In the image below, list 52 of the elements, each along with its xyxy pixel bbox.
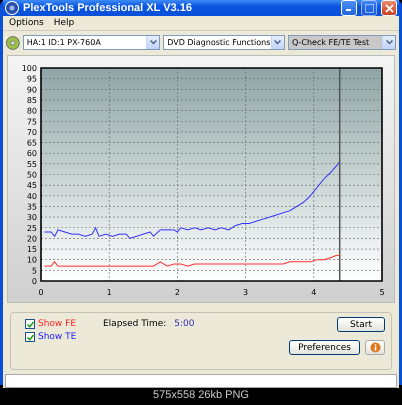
y-tick-label: 20 (26, 234, 37, 244)
minimize-button[interactable] (341, 0, 357, 16)
x-tick-label: 1 (106, 288, 112, 297)
info-icon (370, 342, 380, 353)
x-tick-label: 2 (174, 288, 180, 297)
info-button[interactable] (365, 340, 385, 355)
chevron-icon (274, 40, 282, 45)
y-tick-label: 0 (32, 277, 37, 286)
x-tick-label: 4 (311, 288, 316, 297)
x-tick-label: 5 (379, 288, 385, 297)
y-tick-label: 25 (26, 224, 37, 233)
y-tick-label: 5 (32, 266, 37, 276)
app-logo-icon (5, 1, 19, 15)
y-tick-label: 15 (26, 245, 37, 254)
y-tick-label: 80 (26, 106, 37, 116)
y-tick-label: 55 (26, 160, 37, 169)
checkbox-label[interactable]: Show TE (38, 332, 76, 342)
window-title: PlexTools Professional XL V3.16 (23, 2, 193, 14)
y-tick-label: 70 (26, 128, 37, 137)
y-tick-label: 40 (26, 192, 37, 201)
dropdown[interactable]: DVD Diagnostic Functions (163, 35, 285, 50)
checkbox[interactable] (25, 319, 35, 329)
x-tick-label: 0 (38, 288, 44, 297)
chevron-icon (386, 40, 392, 45)
y-tick-label: 45 (26, 181, 37, 190)
y-tick-label: 85 (26, 96, 37, 105)
y-tick-label: 60 (26, 149, 37, 158)
menu-item[interactable]: Help (50, 18, 78, 28)
maximize-icon (364, 4, 374, 12)
preferences-button[interactable]: Preferences (289, 340, 360, 355)
y-tick-label: 10 (26, 256, 37, 265)
y-tick-label: 30 (26, 213, 37, 222)
menu-item[interactable]: Options (5, 18, 48, 28)
close-button[interactable] (381, 0, 397, 16)
maximize-button[interactable] (361, 0, 377, 16)
y-tick-label: 65 (26, 138, 37, 148)
y-tick-label: 100 (22, 64, 37, 73)
start-button[interactable]: Start (337, 317, 385, 332)
elapsed-label: Elapsed Time: (103, 319, 166, 329)
y-tick-label: 50 (26, 170, 37, 180)
checkbox[interactable] (25, 332, 35, 342)
disc-icon (6, 36, 20, 50)
close-icon (384, 4, 394, 12)
y-tick-label: 35 (26, 202, 37, 212)
x-tick-label: 3 (243, 288, 248, 297)
y-tick-label: 90 (26, 85, 37, 94)
y-tick-label: 95 (26, 74, 37, 84)
chevron-icon (150, 40, 157, 45)
y-tick-label: 75 (26, 117, 37, 126)
dropdown[interactable]: HA:1 ID:1 PX-760A (22, 35, 160, 50)
image-caption: 575x558 26kb PNG (152, 388, 250, 403)
elapsed-value: 5:00 (174, 319, 194, 329)
